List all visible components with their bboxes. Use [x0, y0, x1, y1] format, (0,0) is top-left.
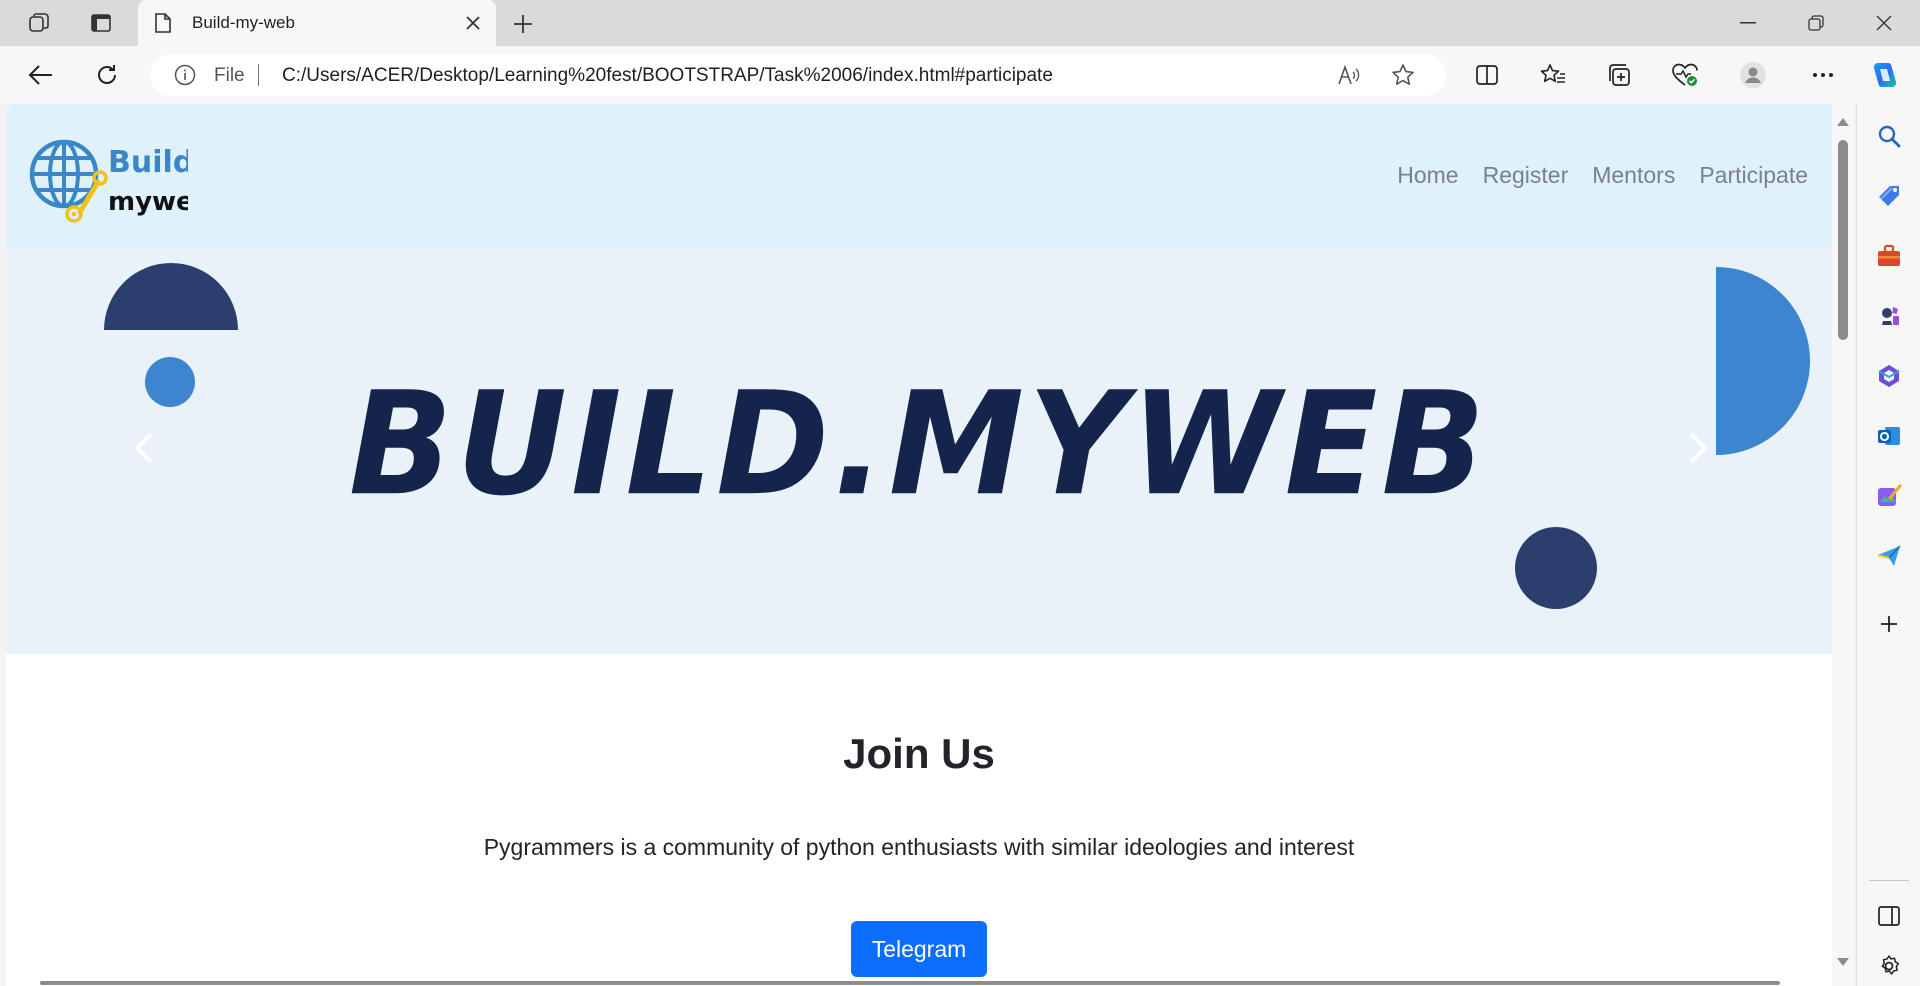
- split-screen-icon[interactable]: [1470, 58, 1504, 92]
- vertical-scrollbar[interactable]: [1832, 104, 1854, 986]
- hero-carousel: BUILD.MYWEB: [6, 248, 1832, 654]
- favorite-star-icon[interactable]: [1390, 62, 1416, 88]
- more-icon[interactable]: [1806, 58, 1840, 92]
- browser-essentials-icon[interactable]: [1668, 58, 1702, 92]
- info-icon[interactable]: [174, 64, 196, 91]
- vertical-tabs-icon[interactable]: [86, 9, 116, 37]
- telegram-button[interactable]: Telegram: [851, 921, 987, 977]
- workspaces-icon[interactable]: [24, 9, 54, 37]
- globe-wrench-logo-icon: [29, 139, 108, 223]
- close-tab-icon[interactable]: [462, 12, 484, 34]
- join-us-description: Pygrammers is a community of python enth…: [483, 834, 1355, 860]
- designer-icon[interactable]: [1873, 480, 1905, 512]
- nav-mentors-link[interactable]: Mentors: [1592, 162, 1675, 189]
- new-tab-icon[interactable]: [508, 10, 538, 38]
- back-icon[interactable]: [24, 58, 58, 92]
- vertical-scrollbar-thumb[interactable]: [1838, 140, 1848, 340]
- shopping-tag-icon[interactable]: [1873, 180, 1905, 212]
- settings-icon[interactable]: [1873, 950, 1905, 982]
- close-window-icon[interactable]: [1852, 0, 1916, 46]
- join-us-section: Join Us Pygrammers is a community of pyt…: [6, 654, 1832, 986]
- tools-icon[interactable]: [1873, 240, 1905, 272]
- scroll-down-icon[interactable]: [1837, 956, 1849, 968]
- nav-register-link[interactable]: Register: [1483, 162, 1569, 189]
- address-separator: [258, 64, 259, 86]
- join-us-heading: Join Us: [843, 730, 995, 777]
- add-icon[interactable]: [1873, 608, 1905, 640]
- site-navbar: Build. myweb Home Register Mentors Parti…: [6, 104, 1832, 248]
- nav-home-link[interactable]: Home: [1397, 162, 1458, 189]
- hero-title: BUILD.MYWEB: [348, 362, 1490, 528]
- site-nav-links: Home Register Mentors Participate: [1397, 162, 1808, 189]
- microsoft365-icon[interactable]: [1873, 360, 1905, 392]
- browser-titlebar: Build-my-web: [0, 0, 1920, 46]
- browser-toolbar: File C:/Users/ACER/Desktop/Learning%20fe…: [0, 46, 1920, 104]
- send-icon[interactable]: [1873, 540, 1905, 572]
- read-aloud-icon[interactable]: [1336, 62, 1362, 88]
- outlook-icon[interactable]: [1873, 420, 1905, 452]
- collections-icon[interactable]: [1602, 58, 1636, 92]
- games-icon[interactable]: [1873, 300, 1905, 332]
- nav-participate-link[interactable]: Participate: [1699, 162, 1808, 189]
- address-scheme-label: File: [214, 65, 245, 86]
- minimize-icon[interactable]: [1716, 0, 1780, 46]
- logo-text-build: Build.: [108, 145, 188, 180]
- carousel-prev-icon[interactable]: [124, 418, 164, 478]
- favorites-icon[interactable]: [1536, 58, 1570, 92]
- tab-title: Build-my-web: [192, 13, 295, 32]
- site-logo[interactable]: Build. myweb: [28, 122, 212, 232]
- carousel-next-icon[interactable]: [1678, 418, 1718, 478]
- search-icon[interactable]: [1873, 120, 1905, 152]
- active-tab[interactable]: Build-my-web: [138, 0, 496, 46]
- address-bar[interactable]: File C:/Users/ACER/Desktop/Learning%20fe…: [150, 54, 1446, 96]
- horizontal-scrollbar[interactable]: [6, 978, 1832, 986]
- address-url[interactable]: C:/Users/ACER/Desktop/Learning%20fest/BO…: [282, 65, 1053, 87]
- restore-icon[interactable]: [1784, 0, 1848, 46]
- scroll-up-icon[interactable]: [1837, 116, 1849, 128]
- web-page: Build. myweb Home Register Mentors Parti…: [6, 104, 1832, 986]
- refresh-icon[interactable]: [90, 58, 124, 92]
- dark-half-circle-shape: [104, 263, 238, 330]
- page-icon: [154, 12, 172, 39]
- sidebar-divider: [1869, 880, 1909, 881]
- browser-sidebar: [1856, 104, 1920, 986]
- sidebar-toggle-icon[interactable]: [1873, 900, 1905, 932]
- copilot-icon[interactable]: [1868, 58, 1902, 92]
- logo-text-myweb: myweb: [108, 187, 188, 217]
- horizontal-scrollbar-thumb[interactable]: [40, 981, 1780, 985]
- profile-icon[interactable]: [1736, 58, 1770, 92]
- dark-circle-shape: [1515, 527, 1597, 609]
